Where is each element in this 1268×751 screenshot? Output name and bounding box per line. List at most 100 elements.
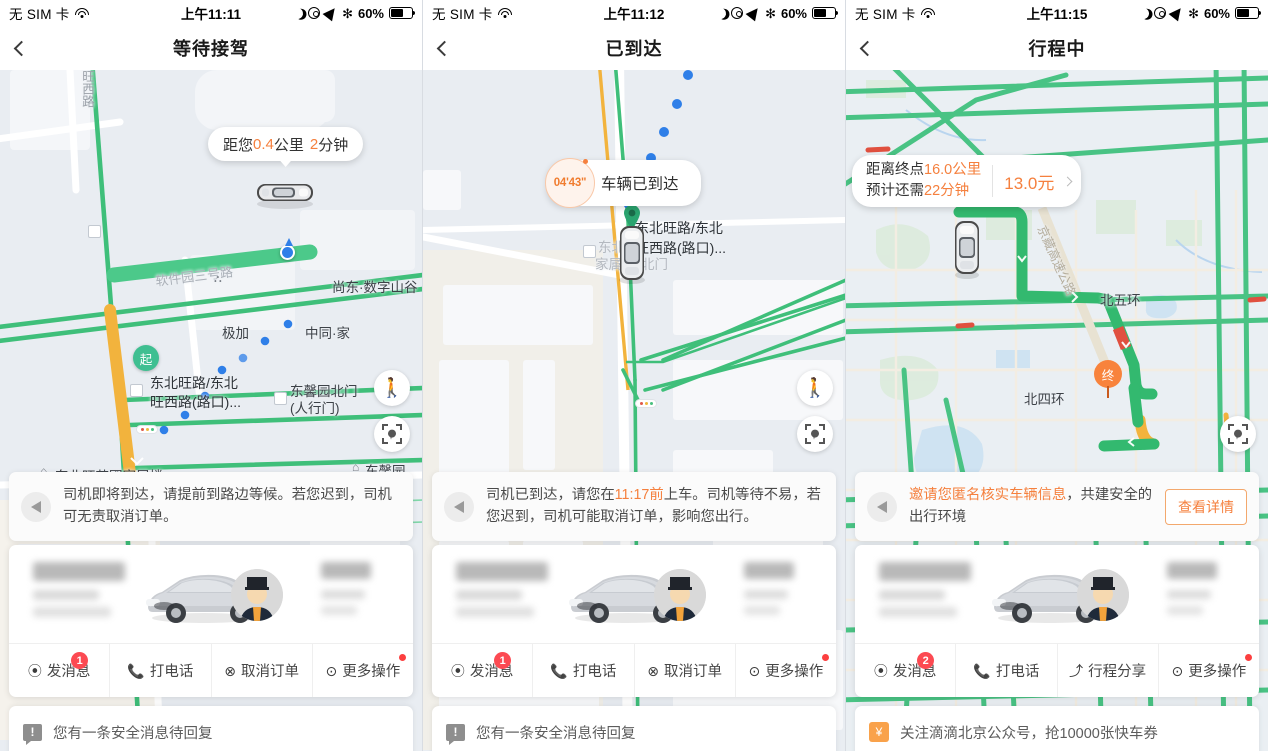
bottom-message-bar[interactable]: ! 您有一条安全消息待回复 xyxy=(432,706,836,751)
action-more[interactable]: ⊙ 更多操作 xyxy=(313,644,413,697)
divider xyxy=(992,165,994,197)
bus-stop-icon xyxy=(88,225,101,238)
action-label: 更多操作 xyxy=(765,664,824,680)
notice-prefix: 司机已到达，请您在 xyxy=(486,487,615,503)
driver-avatar xyxy=(1077,569,1129,621)
eta-minutes-unit: 分钟 xyxy=(318,136,349,154)
recenter-button[interactable] xyxy=(1220,416,1256,452)
coupon-icon: ¥ xyxy=(869,722,889,742)
driver-meta-blurred xyxy=(879,590,945,600)
recenter-icon xyxy=(1228,424,1248,444)
battery-icon xyxy=(389,7,416,19)
rating-blurred xyxy=(321,562,371,579)
pedestrian-button[interactable]: 🚶 xyxy=(374,370,410,406)
action-share-trip[interactable]: ⤴ 行程分享 xyxy=(1058,644,1159,697)
recenter-button[interactable] xyxy=(374,416,410,452)
action-cancel-order[interactable]: ⊗ 取消订单 xyxy=(212,644,313,697)
alarm-icon xyxy=(1154,7,1167,19)
poi-label: 中同·家 xyxy=(305,326,350,341)
action-call[interactable]: 📞 打电话 xyxy=(110,644,212,697)
page-title: 已到达 xyxy=(605,39,663,59)
do-not-disturb-icon xyxy=(291,6,304,19)
battery-percent: 60% xyxy=(357,5,384,21)
status-bar: 无 SIM 卡 上午11:15 ✻ 60% xyxy=(846,0,1268,26)
user-location-dot xyxy=(280,238,295,260)
action-send-message[interactable]: ⦿ 发消息 1 xyxy=(9,644,111,697)
bluetooth-icon: ✻ xyxy=(765,5,776,21)
start-marker: 起 xyxy=(133,345,159,371)
location-arrow-icon xyxy=(322,4,340,22)
battery-percent: 60% xyxy=(1203,5,1230,21)
bluetooth-icon: ✻ xyxy=(1188,5,1199,21)
more-red-dot xyxy=(398,654,406,661)
panel-in-trip: 无 SIM 卡 上午11:15 ✻ 60% 行程中 京藏高速公路 北五环 北四环… xyxy=(846,0,1268,751)
chevron-left-icon xyxy=(13,40,30,56)
driver-meta-blurred xyxy=(33,607,111,617)
notice-text: 司机已到达，请您在11:17前上车。司机等待不易，若您迟到，司机可能取消订单，影… xyxy=(486,485,824,528)
back-button[interactable] xyxy=(859,26,896,70)
driver-meta-blurred xyxy=(456,607,534,617)
action-cancel-order[interactable]: ⊗ 取消订单 xyxy=(635,644,736,697)
recenter-icon xyxy=(805,424,825,444)
distance-line: 距离终点16.0公里 xyxy=(866,160,981,181)
driver-card: ⦿ 发消息 1 📞 打电话 ⊗ 取消订单 ⊙ 更多操作 xyxy=(9,545,413,697)
pedestrian-button[interactable]: 🚶 xyxy=(797,370,833,406)
driver-info[interactable] xyxy=(432,545,836,643)
back-button[interactable] xyxy=(13,26,50,70)
action-call[interactable]: 📞 打电话 xyxy=(956,644,1058,697)
message-pin-icon: ⦿ xyxy=(873,662,888,679)
action-label: 行程分享 xyxy=(1088,664,1147,680)
eta-minutes: 2 xyxy=(309,135,319,153)
driver-info[interactable] xyxy=(855,545,1259,643)
bottom-message-bar[interactable]: ! 您有一条安全消息待回复 xyxy=(9,706,413,751)
action-call[interactable]: 📞 打电话 xyxy=(533,644,635,697)
more-dots-icon: ⊙ xyxy=(748,662,761,679)
bottom-message-text: 关注滴滴北京公众号，抢10000张快车券 xyxy=(900,725,1158,742)
action-more[interactable]: ⊙ 更多操作 xyxy=(736,644,836,697)
bottom-message-text: 您有一条安全消息待回复 xyxy=(53,725,213,742)
rating-meta-blurred xyxy=(321,590,365,599)
alarm-icon xyxy=(308,7,321,19)
rating-meta-blurred xyxy=(1167,606,1203,615)
status-right: ✻ 60% xyxy=(714,4,839,22)
action-send-message[interactable]: ⦿ 发消息 2 xyxy=(855,644,957,697)
back-button[interactable] xyxy=(436,26,473,70)
nav-bar: 行程中 xyxy=(846,26,1268,70)
driver-meta-blurred xyxy=(456,590,522,600)
eta-value: 22分钟 xyxy=(924,183,970,199)
action-send-message[interactable]: ⦿ 发消息 1 xyxy=(432,644,534,697)
driver-avatar xyxy=(231,569,283,621)
battery-icon xyxy=(812,7,839,19)
driver-info[interactable] xyxy=(9,545,413,643)
driver-card: ⦿ 发消息 1 📞 打电话 ⊗ 取消订单 ⊙ 更多操作 xyxy=(432,545,836,697)
more-red-dot xyxy=(1244,654,1252,661)
vehicle-marker xyxy=(257,184,313,209)
chevron-left-icon xyxy=(436,40,453,56)
bottom-message-bar[interactable]: ¥ 关注滴滴北京公众号，抢10000张快车券 xyxy=(855,706,1259,751)
notice-deadline: 11:17前 xyxy=(614,487,664,503)
eta-prefix: 距您 xyxy=(223,136,254,154)
poi-label: (人行门) xyxy=(290,401,340,416)
bottom-message-text: 您有一条安全消息待回复 xyxy=(476,725,636,742)
poi-label: 东北旺路/东北 xyxy=(150,375,238,391)
driver-card: ⦿ 发消息 2 📞 打电话 ⤴ 行程分享 ⊙ 更多操作 xyxy=(855,545,1259,697)
page-title: 行程中 xyxy=(1028,39,1086,59)
view-detail-button[interactable]: 查看详情 xyxy=(1165,488,1247,525)
action-label: 取消订单 xyxy=(663,664,722,680)
fare-amount: 13.0元 xyxy=(1004,173,1055,193)
more-dots-icon: ⊙ xyxy=(325,662,338,679)
plate-blurred xyxy=(33,562,125,581)
do-not-disturb-icon xyxy=(714,6,727,19)
megaphone-icon xyxy=(444,491,474,522)
action-more[interactable]: ⊙ 更多操作 xyxy=(1159,644,1259,697)
trip-progress-bubble[interactable]: 距离终点16.0公里 预计还需22分钟 13.0元 xyxy=(852,155,1082,207)
phone-icon: 📞 xyxy=(973,662,991,679)
plate-blurred xyxy=(456,562,548,581)
recenter-button[interactable] xyxy=(797,416,833,452)
page-title: 等待接驾 xyxy=(173,39,249,59)
cancel-circle-icon: ⊗ xyxy=(224,662,236,679)
traffic-light-icon xyxy=(635,399,657,408)
notice-text: 司机即将到达，请提前到路边等候。若您迟到，司机可无责取消订单。 xyxy=(63,487,392,525)
eta-distance: 0.4 xyxy=(253,135,274,153)
message-badge: 2 xyxy=(917,652,935,669)
